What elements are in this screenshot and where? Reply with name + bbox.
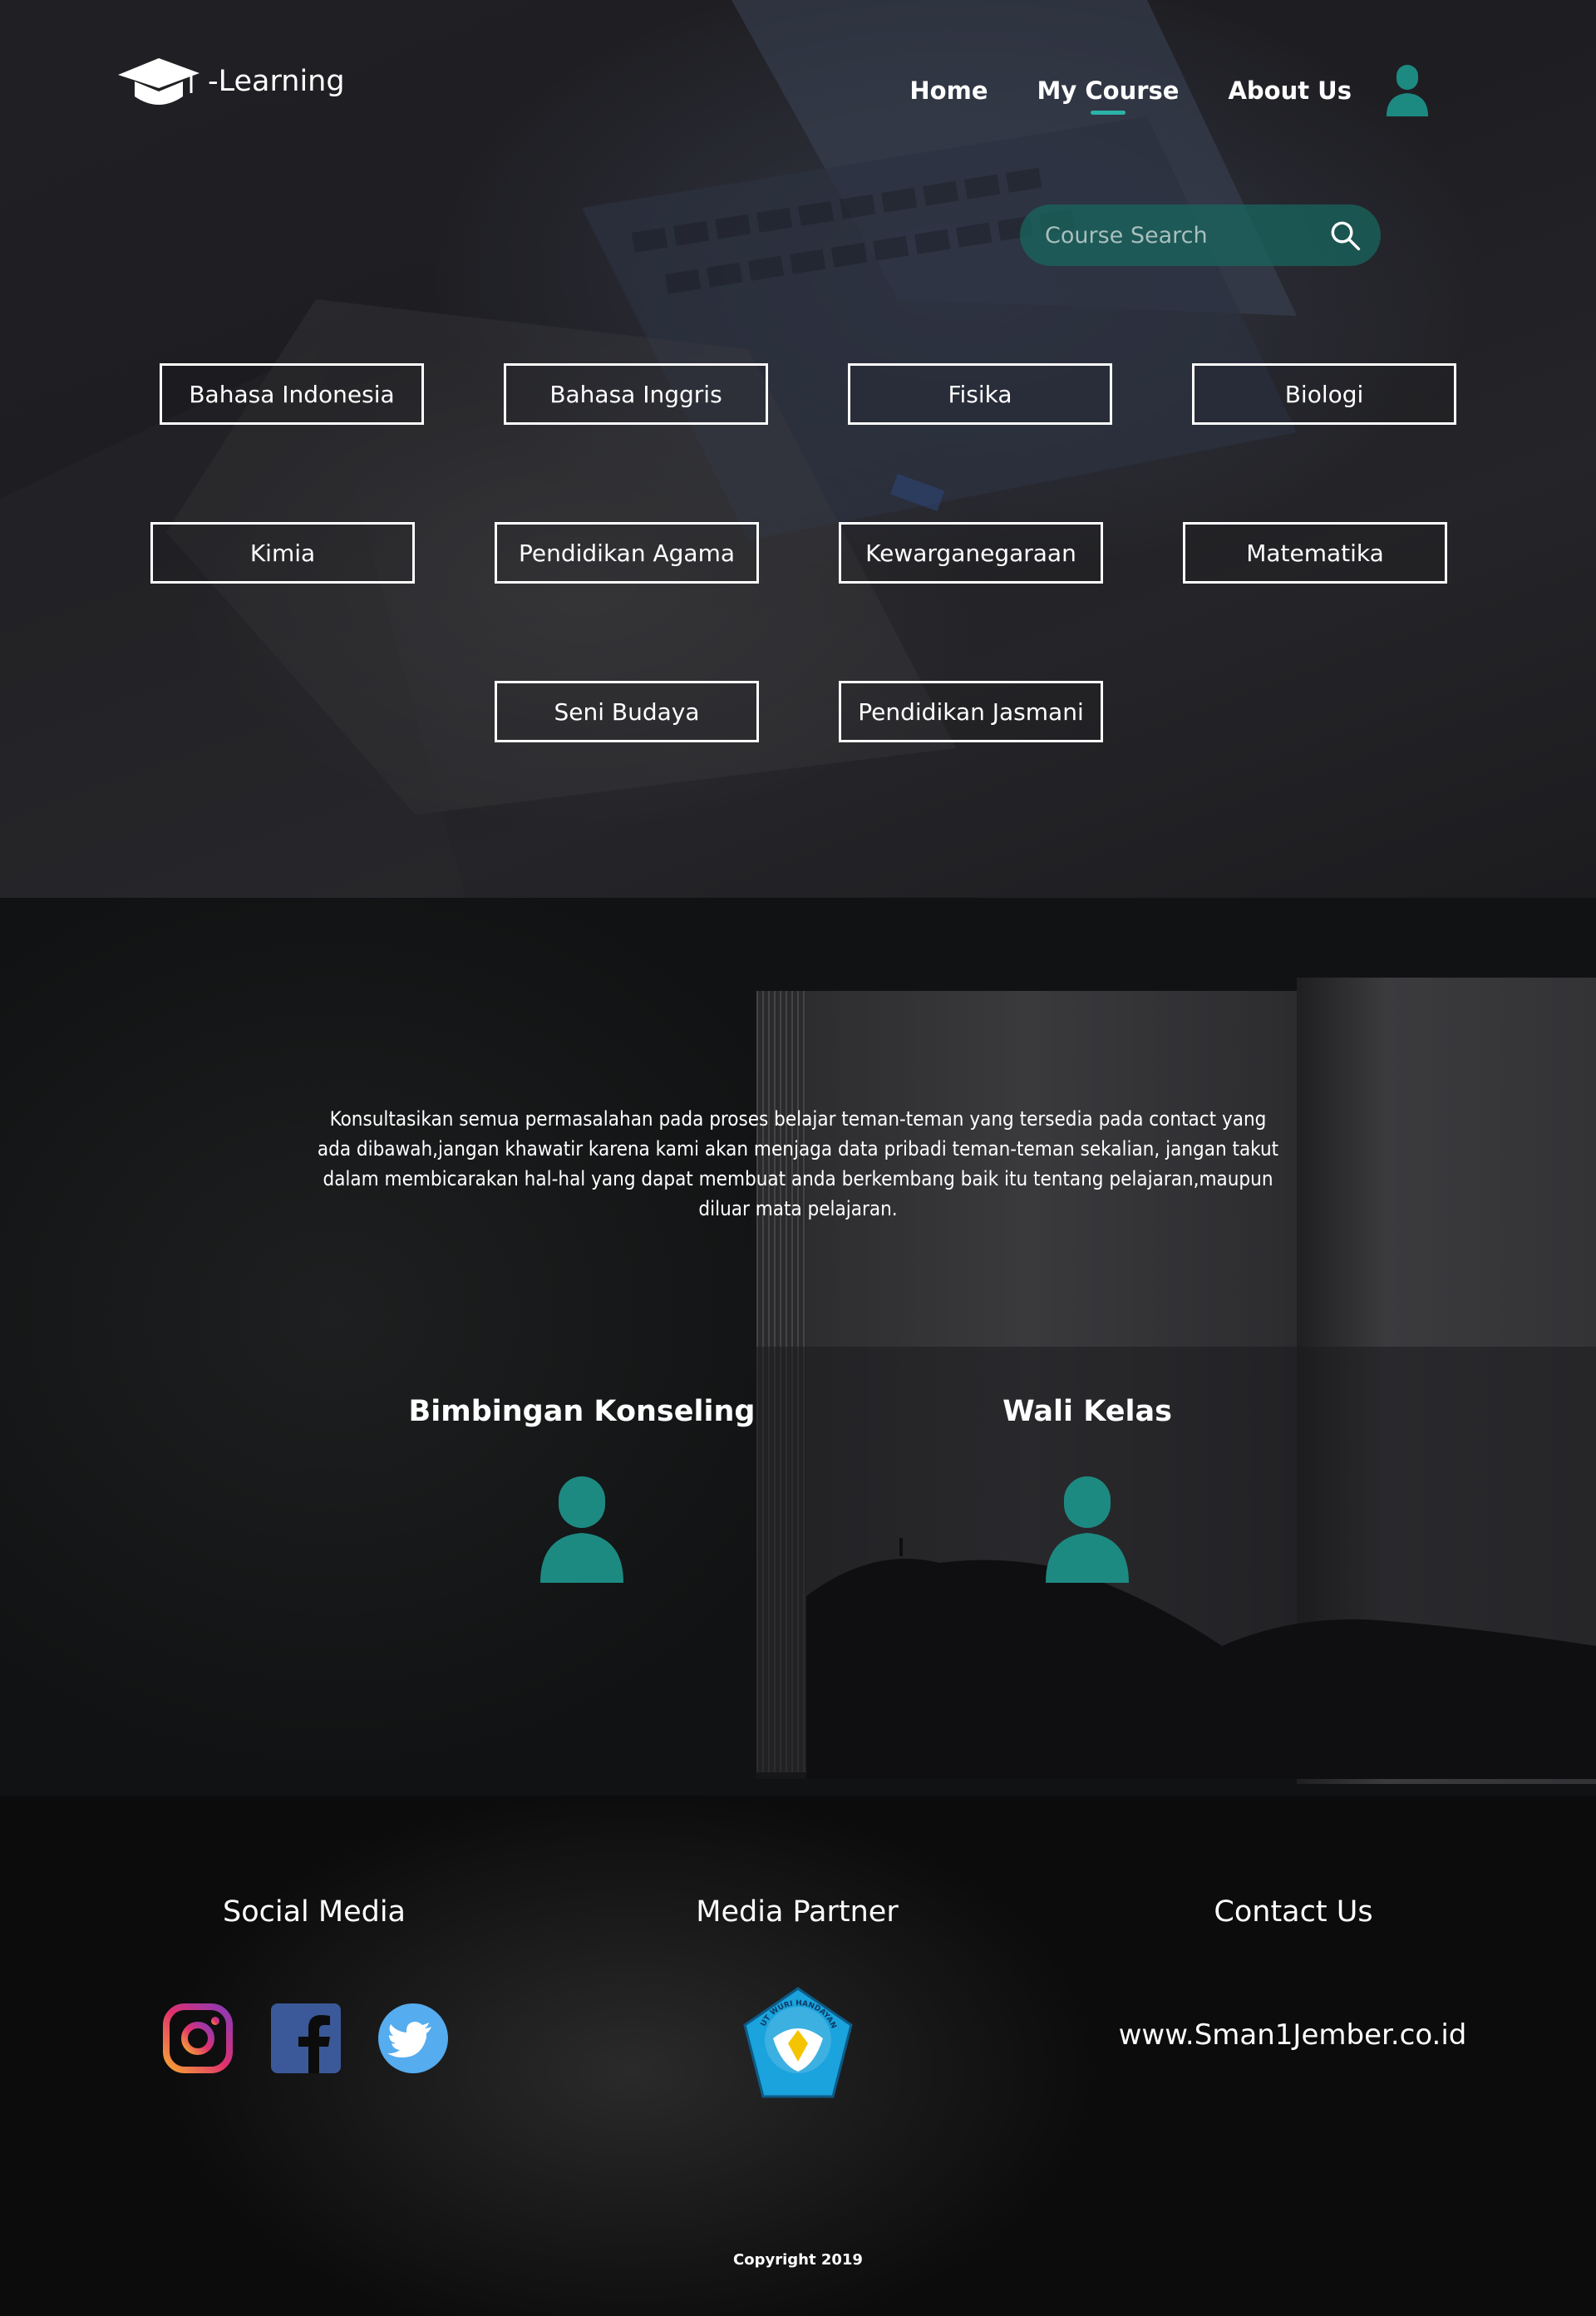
course-search-input[interactable] bbox=[1045, 222, 1329, 249]
course-button-kimia[interactable]: Kimia bbox=[150, 522, 415, 584]
course-button-kewarganegaraan[interactable]: Kewarganegaraan bbox=[839, 522, 1103, 584]
website-link[interactable]: www.Sman1Jember.co.id bbox=[1081, 2018, 1505, 2052]
logo[interactable]: -Learning bbox=[116, 55, 345, 108]
twitter-icon[interactable] bbox=[378, 2003, 448, 2073]
contact-title-wali-kelas: Wali Kelas bbox=[1002, 1395, 1172, 1428]
footer: Social Media Media Partner Contact Us TU… bbox=[0, 1796, 1596, 2316]
contact-title-bimbingan-konseling: Bimbingan Konseling bbox=[408, 1395, 756, 1428]
graduation-cap-icon bbox=[118, 58, 200, 105]
course-search-bar bbox=[1020, 204, 1381, 266]
hero-section: -Learning Home My Course About Us Bahasa… bbox=[0, 0, 1596, 898]
hero-background-laptop bbox=[0, 0, 1297, 898]
bimbingan-konseling-avatar-icon[interactable] bbox=[539, 1473, 625, 1584]
facebook-icon[interactable] bbox=[271, 2003, 341, 2073]
course-button-fisika[interactable]: Fisika bbox=[848, 363, 1112, 425]
nav-about-us[interactable]: About Us bbox=[1228, 76, 1352, 105]
course-button-seni-budaya[interactable]: Seni Budaya bbox=[495, 681, 759, 742]
logo-text: -Learning bbox=[208, 65, 345, 98]
wali-kelas-avatar-icon[interactable] bbox=[1044, 1473, 1130, 1584]
course-button-bahasa-indonesia[interactable]: Bahasa Indonesia bbox=[160, 363, 424, 425]
main-nav: Home My Course About Us bbox=[860, 63, 1430, 118]
footer-social-media-title: Social Media bbox=[222, 1895, 406, 1929]
course-button-bahasa-inggris[interactable]: Bahasa Inggris bbox=[504, 363, 768, 425]
search-icon[interactable] bbox=[1329, 217, 1361, 254]
tut-wuri-handayani-logo: TUT WURI HANDAYANI bbox=[740, 1985, 853, 2098]
course-button-matematika[interactable]: Matematika bbox=[1183, 522, 1447, 584]
copyright-text: Copyright 2019 bbox=[733, 2251, 863, 2269]
consultation-description: Konsultasikan semua permasalahan pada pr… bbox=[317, 1107, 1279, 1220]
nav-my-course[interactable]: My Course bbox=[1037, 76, 1180, 105]
course-button-biologi[interactable]: Biologi bbox=[1192, 363, 1456, 425]
footer-media-partner-title: Media Partner bbox=[696, 1895, 899, 1929]
course-button-pendidikan-jasmani[interactable]: Pendidikan Jasmani bbox=[839, 681, 1103, 742]
instagram-icon[interactable] bbox=[163, 2003, 233, 2073]
consultation-section: Konsultasikan semua permasalahan pada pr… bbox=[0, 898, 1596, 1796]
course-button-pendidikan-agama[interactable]: Pendidikan Agama bbox=[495, 522, 759, 584]
footer-contact-us-title: Contact Us bbox=[1214, 1895, 1373, 1929]
user-profile-icon[interactable] bbox=[1385, 63, 1430, 118]
nav-home[interactable]: Home bbox=[909, 76, 988, 105]
